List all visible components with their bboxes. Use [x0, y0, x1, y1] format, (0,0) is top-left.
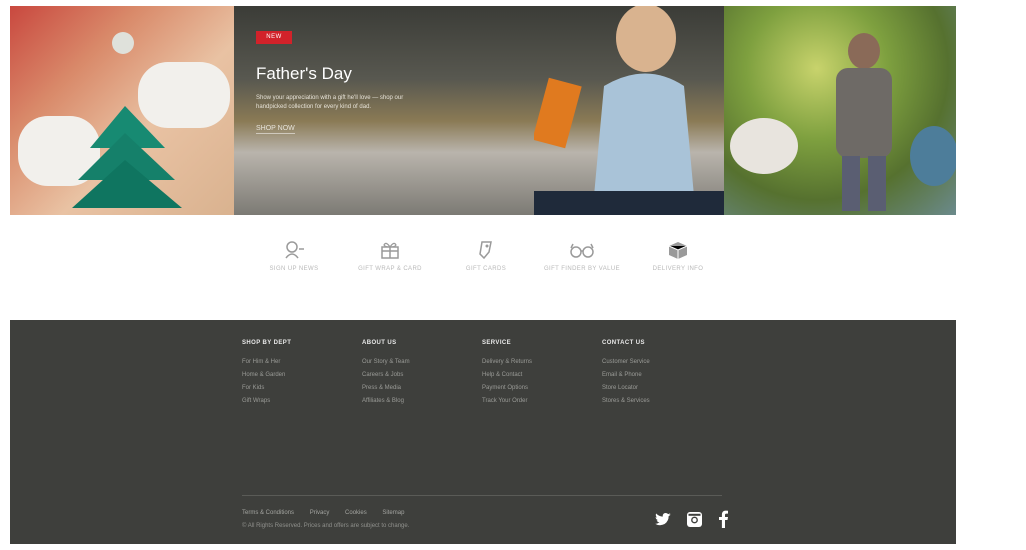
child-figure-decoration	[534, 6, 724, 215]
footer-column-title: SERVICE	[482, 340, 512, 346]
privacy-link[interactable]: Privacy	[310, 510, 330, 516]
footer-link[interactable]: Store Locator	[602, 382, 650, 395]
footer-link[interactable]: Payment Options	[482, 382, 532, 395]
site-footer: SHOP BY DEPT For Him & Her Home & Garden…	[10, 320, 956, 544]
gift-box-icon	[381, 242, 399, 259]
footer-column-service: SERVICE Delivery & Returns Help & Contac…	[482, 340, 532, 408]
footer-link[interactable]: Our Story & Team	[362, 356, 410, 369]
footer-link[interactable]: For Him & Her	[242, 356, 291, 369]
footer-link[interactable]: Email & Phone	[602, 369, 650, 382]
walking-person-decoration	[730, 33, 956, 211]
footer-link[interactable]: For Kids	[242, 382, 291, 395]
feature-gift-wrap[interactable]: GIFT WRAP & CARD	[342, 240, 438, 272]
footer-link[interactable]: Gift Wraps	[242, 395, 291, 408]
footer-column-about: ABOUT US Our Story & Team Careers & Jobs…	[362, 340, 410, 408]
footer-divider	[242, 495, 722, 496]
facebook-icon[interactable]	[718, 510, 728, 533]
footer-column-shop: SHOP BY DEPT For Him & Her Home & Garden…	[242, 340, 291, 408]
footer-column-title: SHOP BY DEPT	[242, 340, 292, 346]
shop-now-link[interactable]: SHOP NOW	[256, 125, 295, 134]
paper-tree-decoration	[72, 106, 182, 208]
gift-tag-icon	[479, 241, 492, 260]
legal-links: Terms & Conditions Privacy Cookies Sitem…	[242, 510, 418, 516]
footer-link[interactable]: Customer Service	[602, 356, 650, 369]
feature-label: GIFT CARDS	[465, 266, 507, 272]
sign-up-icon	[285, 241, 304, 259]
cookies-link[interactable]: Cookies	[345, 510, 367, 516]
package-icon	[668, 242, 688, 259]
christmas-craft-image[interactable]	[10, 6, 234, 215]
feature-gift-cards[interactable]: GIFT CARDS	[438, 240, 534, 272]
glasses-icon	[570, 243, 594, 258]
feature-label: DELIVERY INFO	[652, 266, 704, 272]
footer-column-title: ABOUT US	[362, 340, 397, 346]
copyright-text: © All Rights Reserved. Prices and offers…	[242, 523, 410, 529]
footer-column-title: CONTACT US	[602, 340, 645, 346]
promo-description: Show your appreciation with a gift he'll…	[256, 95, 404, 110]
park-walk-image[interactable]	[724, 6, 956, 215]
promo-title: Father's Day	[256, 64, 352, 83]
terms-link[interactable]: Terms & Conditions	[242, 510, 294, 516]
ornament-decoration	[112, 32, 134, 54]
footer-link[interactable]: Home & Garden	[242, 369, 291, 382]
new-badge: NEW	[256, 31, 292, 44]
footer-link[interactable]: Stores & Services	[602, 395, 650, 408]
feature-gift-finder[interactable]: GIFT FINDER BY VALUE	[534, 240, 630, 272]
footer-link[interactable]: Delivery & Returns	[482, 356, 532, 369]
feature-sign-up[interactable]: SIGN UP NEWS	[246, 240, 342, 272]
feature-delivery[interactable]: DELIVERY INFO	[630, 240, 726, 272]
twitter-icon[interactable]	[655, 512, 671, 531]
footer-link[interactable]: Help & Contact	[482, 369, 532, 382]
sitemap-link[interactable]: Sitemap	[382, 510, 404, 516]
fathers-day-promo[interactable]: NEW Father's Day Show your appreciation …	[234, 6, 724, 215]
footer-link[interactable]: Careers & Jobs	[362, 369, 410, 382]
feature-label: SIGN UP NEWS	[269, 266, 319, 272]
footer-link[interactable]: Press & Media	[362, 382, 410, 395]
feature-label: GIFT FINDER BY VALUE	[543, 266, 620, 272]
footer-link[interactable]: Affiliates & Blog	[362, 395, 410, 408]
footer-column-contact: CONTACT US Customer Service Email & Phon…	[602, 340, 650, 408]
hero-banner: NEW Father's Day Show your appreciation …	[10, 6, 956, 215]
social-links	[655, 510, 740, 533]
feature-links: SIGN UP NEWS GIFT WRAP & CARD GIFT CARDS…	[246, 240, 716, 292]
feature-label: GIFT WRAP & CARD	[358, 266, 422, 272]
instagram-icon[interactable]	[687, 511, 703, 532]
footer-link[interactable]: Track Your Order	[482, 395, 532, 408]
